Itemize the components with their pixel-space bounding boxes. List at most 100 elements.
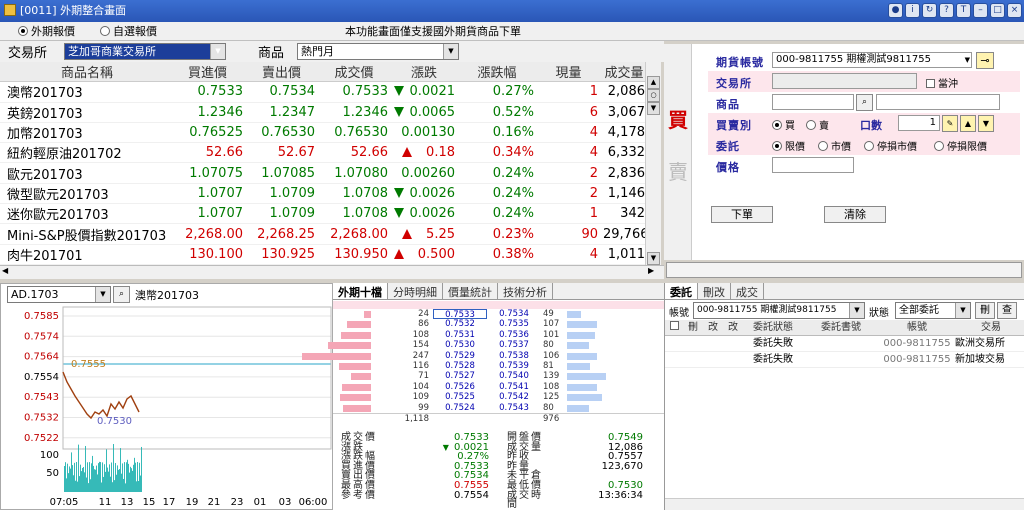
type-stop-limit-radio[interactable]: 停損限價 (934, 138, 987, 153)
order-row[interactable]: 委託失敗 000-9811755 歐洲交易所 (665, 336, 1024, 352)
radio-foreign[interactable]: 外期報價 (18, 22, 75, 41)
scroll-right-icon[interactable]: ▶ (648, 266, 654, 275)
tab-technical[interactable]: 技術分析 (498, 283, 553, 299)
bid-price[interactable]: 0.7524 (433, 403, 487, 413)
header-qty[interactable]: 現量 (539, 62, 603, 81)
qty-edit-icon[interactable]: ✎ (942, 115, 958, 132)
submit-order-button[interactable]: 下單 (711, 206, 773, 223)
header-change[interactable]: 漲跌 (393, 62, 460, 81)
type-stop-market-radio[interactable]: 停損市價 (864, 138, 917, 153)
header-bid[interactable]: 買進價 (172, 62, 248, 81)
quote-row[interactable]: 迷你歐元201703 1.0707 1.0709 1.0708 0.0026 0.24% 1… (0, 204, 645, 225)
close-icon[interactable]: × (1007, 3, 1022, 18)
scroll-left-icon[interactable]: ◀ (2, 266, 8, 275)
ask-price[interactable]: 0.7535 (487, 319, 541, 329)
ask-price[interactable]: 0.7537 (487, 340, 541, 350)
quote-table: 商品名稱 買進價 賣出價 成交價 漲跌 漲跌幅 現量 成交量 澳幣201703 0… (0, 62, 645, 265)
type-limit-radio[interactable]: 限價 (772, 138, 805, 153)
order-exchange-input[interactable] (772, 73, 917, 89)
qty-down-icon[interactable]: ▼ (978, 115, 994, 132)
price-input[interactable] (772, 157, 854, 173)
quote-row[interactable]: 微型歐元201703 1.0707 1.0709 1.0708 0.0026 0.24% 2… (0, 184, 645, 205)
ask-price[interactable]: 0.7539 (487, 361, 541, 371)
minimize-icon[interactable]: – (973, 3, 988, 18)
quote-last: 1.07080 (334, 165, 388, 181)
side-sell-radio[interactable]: 賣 (806, 117, 829, 132)
maximize-icon[interactable]: □ (990, 3, 1005, 18)
header-pct[interactable]: 漲跌幅 (460, 62, 539, 81)
ask-price[interactable]: 0.7542 (487, 392, 541, 402)
bid-price[interactable]: 0.7526 (433, 382, 487, 392)
orders-account-select[interactable]: 000-9811755 期權測試9811755 ▼ (693, 302, 865, 319)
pin-icon[interactable]: ● (888, 3, 903, 18)
quote-scrollbar[interactable]: ▲ ○ ▼ ▼ (645, 62, 661, 267)
tab-ten-level[interactable]: 外期十檔 (333, 283, 388, 299)
bid-price[interactable]: 0.7532 (433, 319, 487, 329)
quote-row[interactable]: 英鎊201703 1.2346 1.2347 1.2346 0.0065 0.52% 6 3,… (0, 103, 645, 123)
bid-price[interactable]: 0.7531 (433, 330, 487, 340)
radio-custom[interactable]: 自選報價 (100, 22, 157, 41)
orders-status-select[interactable]: 全部委託 ▼ (895, 302, 971, 319)
window-controls: ● i ↻ ? T – □ × (888, 3, 1022, 18)
quote-qty: 4 (589, 145, 598, 161)
bid-price[interactable]: 0.7525 (433, 392, 487, 402)
product-search-icon[interactable]: ⌕ (856, 94, 873, 111)
quote-row[interactable]: 肉牛201701 130.100 130.925 130.950 0.500 0.38% 4… (0, 245, 645, 265)
product-select[interactable]: 熱門月 ▼ (297, 43, 459, 60)
orders-hscrollbar[interactable] (665, 498, 1024, 510)
bid-price[interactable]: 0.7527 (433, 371, 487, 381)
qty-input[interactable]: 1 (898, 115, 940, 131)
bid-price[interactable]: 0.7530 (433, 340, 487, 350)
quote-row[interactable]: 歐元201703 1.07075 1.07085 1.07080 0.00260 0.24… (0, 163, 645, 184)
header-volume[interactable]: 成交量 (603, 62, 645, 81)
order-row[interactable]: 委託失敗 000-9811755 新加坡交易 (665, 352, 1024, 368)
header-ask[interactable]: 賣出價 (248, 62, 320, 81)
scroll-down-icon[interactable]: ▼ (647, 102, 660, 115)
exchange-select[interactable]: 芝加哥商業交易所 ▼ (64, 43, 226, 60)
bid-price[interactable]: 0.7533 (433, 309, 487, 320)
header-last[interactable]: 成交價 (320, 62, 393, 81)
quote-row[interactable]: 加幣201703 0.76525 0.76530 0.76530 0.00130 0.16… (0, 123, 645, 144)
buy-toggle[interactable]: 買 (668, 104, 688, 133)
quote-row[interactable]: 紐約輕原油201702 52.66 52.67 52.66 0.18 0.34% 4 6,33… (0, 143, 645, 164)
ask-price[interactable]: 0.7541 (487, 382, 541, 392)
side-buy-radio[interactable]: 買 (772, 117, 795, 132)
sell-toggle[interactable]: 賣 (668, 156, 688, 185)
scroll-up-icon[interactable]: ▲ (647, 76, 660, 89)
tab-time-detail[interactable]: 分時明細 (388, 283, 443, 299)
quote-row[interactable]: Mini-S&P股價指數201703 2,268.00 2,268.25 2,268.… (0, 224, 645, 245)
bid-price[interactable]: 0.7528 (433, 361, 487, 371)
header-name[interactable]: 商品名稱 (0, 62, 172, 81)
y-tick-label: 0.7554 (24, 372, 59, 383)
ask-price[interactable]: 0.7536 (487, 330, 541, 340)
scroll-bottom-icon[interactable]: ▼ (647, 252, 660, 265)
select-all-checkbox[interactable] (665, 320, 683, 335)
bid-price[interactable]: 0.7529 (433, 351, 487, 361)
tab-volume-stats[interactable]: 價量統計 (443, 283, 498, 299)
tab-fills[interactable]: 成交 (731, 283, 764, 299)
ask-price[interactable]: 0.7543 (487, 403, 541, 413)
account-select[interactable]: 000-9811755 期權測試9811755 ▼ (772, 52, 972, 68)
tab-modify[interactable]: 刪改 (698, 283, 731, 299)
clear-button[interactable]: 清除 (824, 206, 886, 223)
orders-delete-button[interactable]: 刪 (975, 302, 995, 319)
quote-hscrollbar[interactable]: ◀ ▶ (0, 265, 664, 279)
help-icon[interactable]: ? (939, 3, 954, 18)
ask-price[interactable]: 0.7538 (487, 351, 541, 361)
info-icon[interactable]: i (905, 3, 920, 18)
scroll-reset-icon[interactable]: ○ (647, 89, 660, 102)
refresh-icon[interactable]: ↻ (922, 3, 937, 18)
type-market-radio[interactable]: 市價 (818, 138, 851, 153)
key-button[interactable]: ⊸ (976, 52, 994, 69)
daytrade-checkbox[interactable]: 當沖 (926, 75, 958, 90)
chart-symbol-select[interactable]: AD.1703 ▼ (7, 286, 111, 303)
quote-row[interactable]: 澳幣201703 0.7533 0.7534 0.7533 0.0021 0.27% 1 2,… (0, 82, 645, 103)
ask-price[interactable]: 0.7540 (487, 371, 541, 381)
qty-up-icon[interactable]: ▲ (960, 115, 976, 132)
config-icon[interactable]: T (956, 3, 971, 18)
order-product-input[interactable] (772, 94, 854, 110)
tab-orders[interactable]: 委託 (665, 283, 698, 299)
ask-price[interactable]: 0.7534 (487, 309, 541, 319)
orders-query-button[interactable]: 查 (997, 302, 1017, 319)
chart-search-icon[interactable]: ⌕ (113, 286, 130, 303)
